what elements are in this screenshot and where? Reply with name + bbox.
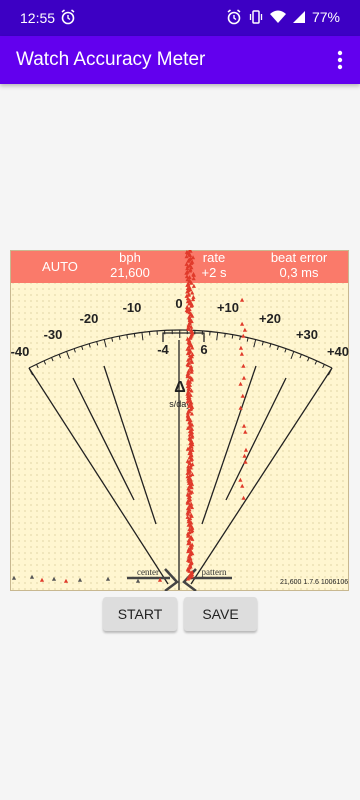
- version-text: 21,600 1.7.6 1006106: [280, 579, 348, 586]
- vibrate-icon: [249, 10, 263, 24]
- status-time: 12:55: [20, 10, 56, 26]
- rate-label: rate: [203, 250, 225, 265]
- scale-tick: [231, 334, 234, 339]
- bph-value: 21,600: [110, 265, 150, 280]
- start-button[interactable]: START: [103, 597, 177, 631]
- alarm-icon: [227, 9, 241, 25]
- accuracy-meter: AUTO bph 21,600 rate +2 s beat error 0,3…: [10, 250, 349, 591]
- scale-label: 0: [175, 296, 182, 311]
- inner-label: 6: [200, 342, 207, 357]
- signal-icon: [292, 11, 305, 23]
- rate-value: +2 s: [202, 265, 227, 280]
- alarm-icon: [61, 9, 75, 25]
- battery-text: 77%: [311, 9, 340, 25]
- status-bar: 12:55 77%: [0, 0, 360, 36]
- save-button[interactable]: SAVE: [184, 597, 257, 631]
- app-bar: Watch Accuracy Meter: [0, 36, 360, 84]
- bph-label: bph: [119, 250, 141, 265]
- scale-label: -40: [11, 344, 30, 359]
- scale-tick: [133, 333, 136, 338]
- mode-label[interactable]: AUTO: [42, 259, 78, 274]
- inner-label: -4: [157, 342, 169, 357]
- scale-label: +10: [217, 300, 239, 315]
- pattern-label: pattern: [202, 567, 227, 577]
- beat-error-value: 0,3 ms: [279, 265, 319, 280]
- beat-error-label: beat error: [271, 250, 328, 265]
- center-label: center: [137, 567, 159, 577]
- wifi-icon: [269, 10, 286, 23]
- delta-symbol: Δ: [174, 379, 186, 396]
- scale-tick: [224, 333, 226, 338]
- overflow-menu-icon[interactable]: [328, 46, 352, 74]
- scale-label: +40: [327, 344, 349, 359]
- scale-label: -20: [80, 311, 99, 326]
- scale-label: +20: [259, 311, 281, 326]
- app-title: Watch Accuracy Meter: [16, 49, 206, 70]
- scale-label: +30: [296, 327, 318, 342]
- scale-tick: [126, 334, 129, 339]
- scale-label: -10: [123, 300, 142, 315]
- scale-label: -30: [44, 327, 63, 342]
